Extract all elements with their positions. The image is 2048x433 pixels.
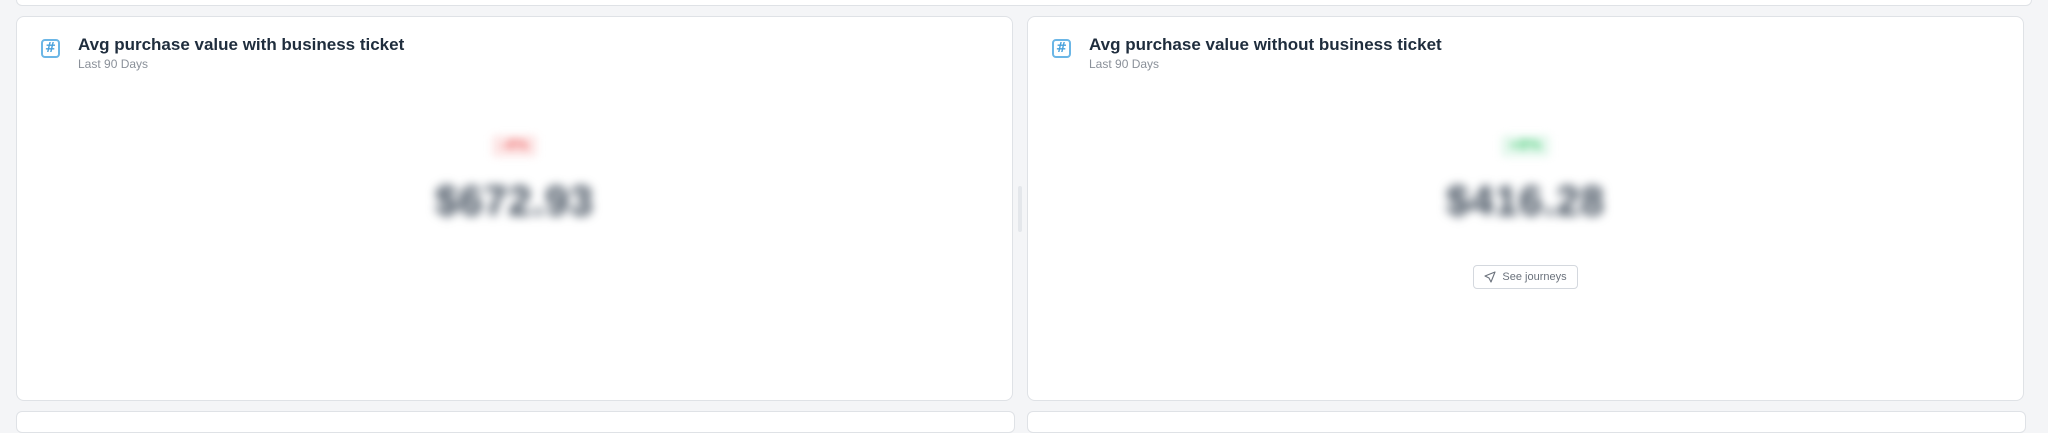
card-title: Avg purchase value with business ticket bbox=[78, 35, 405, 54]
card-subtitle: Last 90 Days bbox=[78, 57, 149, 71]
next-card-edge bbox=[16, 411, 1015, 433]
metric-card-with-business-ticket: # Avg purchase value with business ticke… bbox=[16, 16, 1013, 401]
previous-card-edge bbox=[16, 0, 2032, 6]
card-header: # Avg purchase value with business ticke… bbox=[41, 34, 404, 71]
send-icon bbox=[1484, 271, 1496, 283]
metric-value: $416.28 bbox=[1446, 177, 1605, 224]
card-header: # Avg purchase value without business ti… bbox=[1052, 34, 1442, 71]
card-subtitle: Last 90 Days bbox=[1089, 57, 1160, 71]
metric-value: $672.93 bbox=[435, 177, 594, 224]
card-title: Avg purchase value without business tick… bbox=[1089, 35, 1442, 54]
hash-icon: # bbox=[1052, 39, 1071, 58]
see-journeys-label: See journeys bbox=[1502, 271, 1567, 283]
next-card-edge bbox=[1027, 411, 2026, 433]
hash-icon: # bbox=[41, 39, 60, 58]
see-journeys-button[interactable]: See journeys bbox=[1473, 265, 1578, 289]
resize-handle[interactable] bbox=[1018, 186, 1022, 232]
delta-badge: +8% bbox=[1501, 135, 1550, 157]
metric-card-without-business-ticket: # Avg purchase value without business ti… bbox=[1027, 16, 2024, 401]
delta-badge: -4% bbox=[492, 135, 537, 157]
